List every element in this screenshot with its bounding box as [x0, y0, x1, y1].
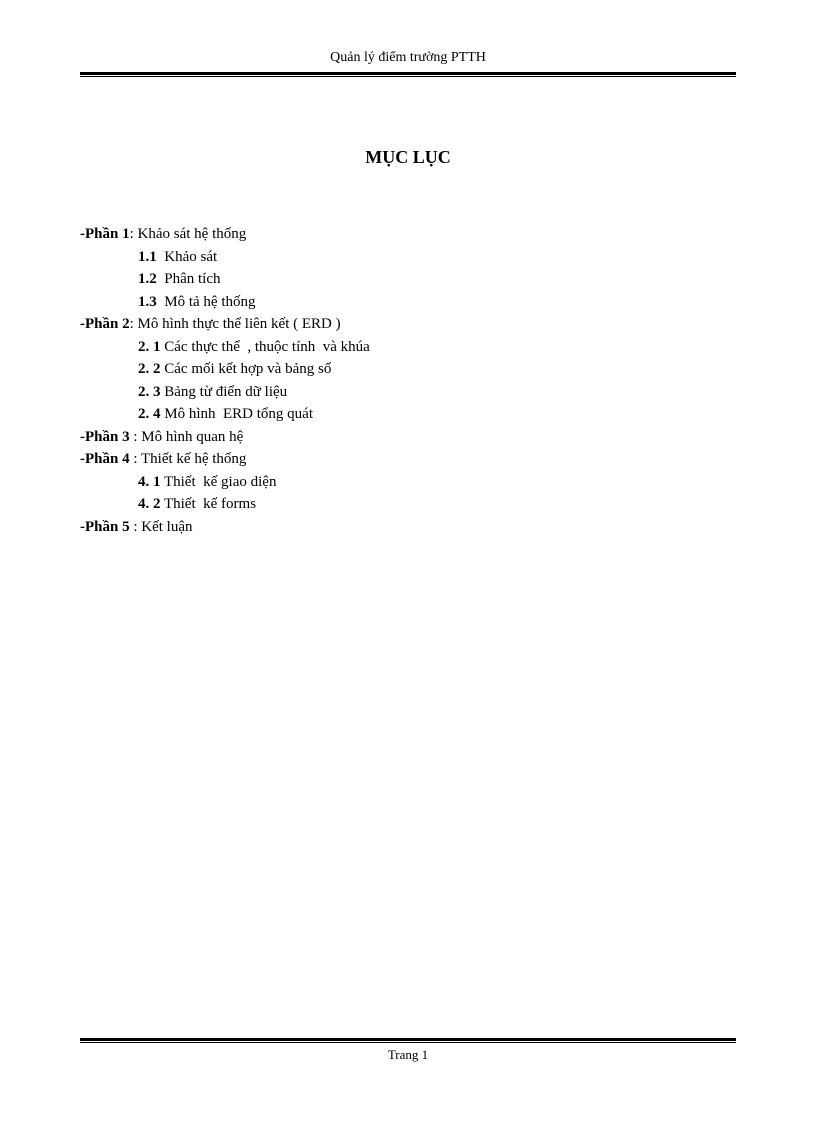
toc-title: MỤC LỤC	[80, 147, 736, 168]
toc-part-label: -Phần 1	[80, 226, 130, 242]
toc-part-text: Kết luận	[141, 519, 192, 535]
toc-sub-num: 1.2	[138, 271, 157, 287]
toc-sub: 2. 2 Các mối kết hợp và bảng số	[138, 358, 736, 381]
toc-sub: 4. 2 Thiết kế forms	[138, 493, 736, 516]
toc-sub: 2. 3 Bảng từ điển dữ liệu	[138, 381, 736, 404]
toc-part: -Phần 3 : Mô hình quan hệ	[80, 426, 736, 449]
toc-sub-num: 1.3	[138, 294, 157, 310]
header-rule-thin	[80, 76, 736, 77]
toc-sub-text: Thiết kế giao diện	[161, 474, 277, 490]
toc-part-text: Khảo sát hệ thống	[138, 226, 247, 242]
toc-sub: 1.2 Phân tích	[138, 268, 736, 291]
toc-sub: 1.3 Mô tả hệ thống	[138, 291, 736, 314]
toc-sub-num: 2. 2	[138, 361, 161, 377]
toc-sub-text: Thiết kế forms	[161, 496, 257, 512]
toc-part-sep: :	[130, 451, 141, 467]
toc-part-text: Mô hình thực thể liên kết ( ERD )	[138, 316, 341, 332]
toc-sub: 2. 4 Mô hình ERD tổng quát	[138, 403, 736, 426]
page: Quản lý điểm trường PTTH MỤC LỤC -Phần 1…	[0, 0, 816, 1123]
toc-sub-text: Mô hình ERD tổng quát	[161, 406, 314, 422]
header-text: Quản lý điểm trường PTTH	[80, 50, 736, 66]
toc-sub-num: 1.1	[138, 249, 157, 265]
toc-sub-text: Phân tích	[157, 271, 221, 287]
toc-sub-num: 2. 3	[138, 384, 161, 400]
toc-sub-num: 4. 1	[138, 474, 161, 490]
toc-part-label: -Phần 3	[80, 429, 130, 445]
toc-sub-text: Bảng từ điển dữ liệu	[161, 384, 288, 400]
toc-part-sep: :	[130, 226, 138, 242]
toc-sub-text: Các mối kết hợp và bảng số	[161, 361, 332, 377]
toc-part-label: -Phần 5	[80, 519, 130, 535]
toc-part-text: Thiết kế hệ thống	[141, 451, 246, 467]
toc-part-sep: :	[130, 429, 142, 445]
toc-sub: 1.1 Khảo sát	[138, 246, 736, 269]
footer-rule-thin	[80, 1042, 736, 1043]
toc-sub-text: Mô tả hệ thống	[157, 294, 256, 310]
toc-part-label: -Phần 4	[80, 451, 130, 467]
toc-sub-text: Khảo sát	[157, 249, 217, 265]
toc-sub: 2. 1 Các thực thể , thuộc tính và khúa	[138, 336, 736, 359]
toc-part: -Phần 4 : Thiết kế hệ thống	[80, 448, 736, 471]
toc-body: -Phần 1: Khảo sát hệ thống1.1 Khảo sát1.…	[80, 223, 736, 1038]
toc-part: -Phần 1: Khảo sát hệ thống	[80, 223, 736, 246]
footer-area: Trang 1	[80, 1038, 736, 1063]
toc-part-sep: :	[130, 519, 142, 535]
toc-part: -Phần 5 : Kết luận	[80, 516, 736, 539]
toc-sub-text: Các thực thể , thuộc tính và khúa	[161, 339, 370, 355]
toc-sub: 4. 1 Thiết kế giao diện	[138, 471, 736, 494]
toc-sub-num: 2. 1	[138, 339, 161, 355]
footer-rule-thick	[80, 1038, 736, 1041]
toc-part-label: -Phần 2	[80, 316, 130, 332]
toc-part: -Phần 2: Mô hình thực thể liên kết ( ERD…	[80, 313, 736, 336]
header-rule-thick	[80, 72, 736, 75]
toc-part-text: Mô hình quan hệ	[141, 429, 243, 445]
toc-sub-num: 4. 2	[138, 496, 161, 512]
toc-part-sep: :	[130, 316, 138, 332]
toc-sub-num: 2. 4	[138, 406, 161, 422]
footer-page-number: Trang 1	[80, 1047, 736, 1063]
